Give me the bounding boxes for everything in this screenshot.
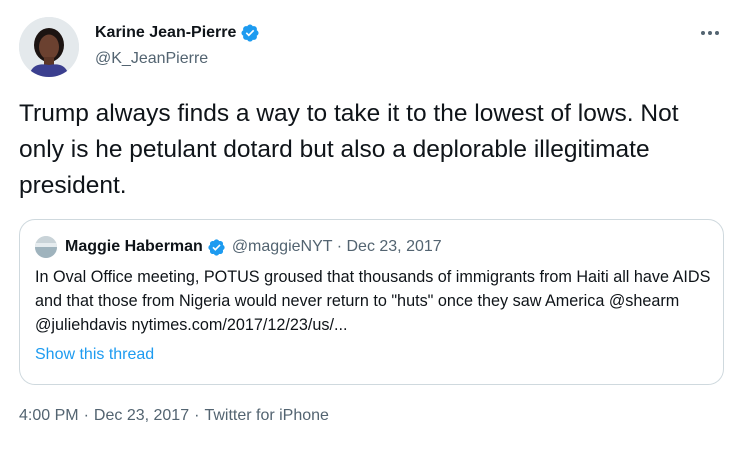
- tweet-source[interactable]: Twitter for iPhone: [204, 407, 329, 424]
- quoted-avatar: [35, 236, 57, 258]
- tweet-card: Karine Jean-Pierre @K_JeanPierre Trump a…: [0, 0, 743, 450]
- quoted-text: In Oval Office meeting, POTUS groused th…: [35, 268, 711, 334]
- author-name[interactable]: Karine Jean-Pierre: [95, 24, 236, 42]
- more-horizontal-icon: [701, 31, 719, 35]
- tweet-time[interactable]: 4:00 PM: [19, 407, 79, 424]
- quoted-meta: @maggieNYT · Dec 23, 2017: [232, 238, 442, 256]
- quoted-date: Dec 23, 2017: [346, 238, 442, 255]
- show-thread-link[interactable]: Show this thread: [35, 346, 154, 364]
- quoted-separator: ·: [336, 238, 343, 255]
- tweet-footer: 4:00 PM · Dec 23, 2017 · Twitter for iPhone: [19, 407, 329, 425]
- author-handle[interactable]: @K_JeanPierre: [95, 50, 260, 68]
- avatar-image: [19, 17, 79, 77]
- verified-badge-icon: [240, 23, 260, 43]
- more-options-button[interactable]: [697, 20, 723, 46]
- quoted-author-name: Maggie Haberman: [65, 238, 203, 255]
- footer-separator: ·: [194, 407, 200, 424]
- author-info: Karine Jean-Pierre @K_JeanPierre: [95, 22, 260, 68]
- verified-badge-icon: [207, 238, 226, 257]
- quoted-header: Maggie Haberman @maggieNYT · Dec 23, 201…: [35, 236, 442, 258]
- tweet-date[interactable]: Dec 23, 2017: [94, 407, 189, 424]
- quoted-handle: @maggieNYT: [231, 238, 333, 255]
- quoted-tweet[interactable]: Maggie Haberman @maggieNYT · Dec 23, 201…: [19, 219, 724, 385]
- footer-separator: ·: [83, 407, 89, 424]
- author-avatar[interactable]: [19, 17, 79, 77]
- author-name-row: Karine Jean-Pierre: [95, 22, 260, 44]
- tweet-text: Trump always finds a way to take it to t…: [19, 100, 679, 199]
